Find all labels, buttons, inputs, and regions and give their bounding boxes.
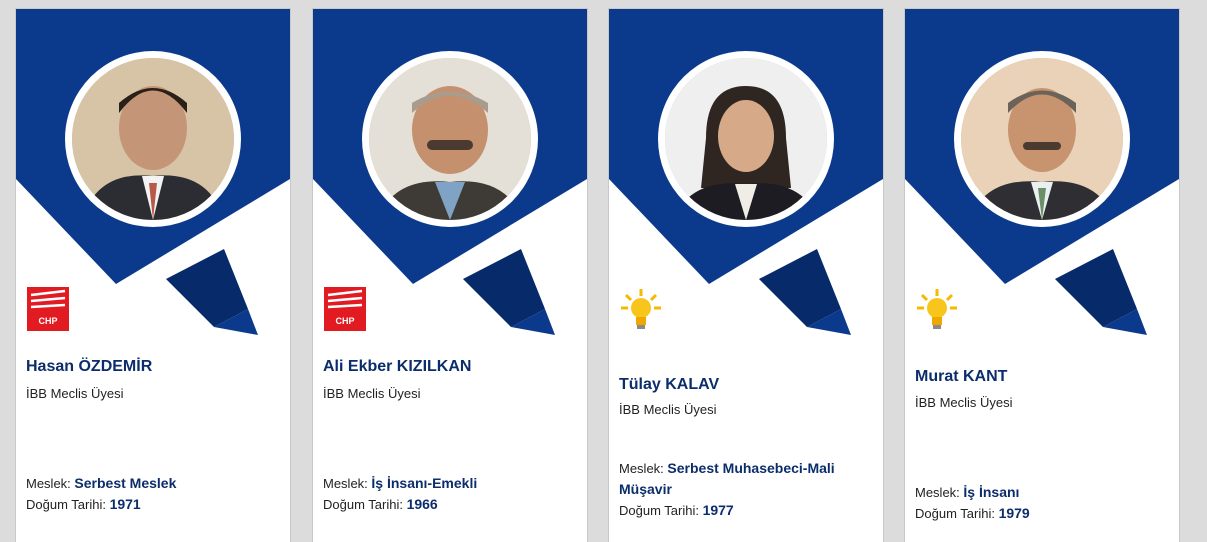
ak-parti-bulb-icon [621,289,661,329]
member-info: Meslek: İş İnsanı Doğum Tarihi: 1979 [915,482,1165,524]
member-title: İBB Meclis Üyesi [619,402,717,417]
member-photo [658,51,834,227]
birth-value: 1966 [406,496,438,512]
member-name: Hasan ÖZDEMİR [26,358,153,375]
profession-value: İş İnsanı-Emekli [371,475,478,491]
member-info: Meslek: Serbest Meslek Doğum Tarihi: 197… [26,473,276,515]
member-info: Meslek: İş İnsanı-Emekli Doğum Tarihi: 1… [323,473,573,515]
member-name: Ali Ekber KIZILKAN [323,358,472,375]
member-title: İBB Meclis Üyesi [915,395,1013,410]
member-photo [65,51,241,227]
profession-label: Meslek: [915,485,964,500]
birth-label: Doğum Tarihi: [323,497,407,512]
svg-text:CHP: CHP [335,316,354,326]
member-name: Tülay KALAV [619,376,720,393]
member-card[interactable]: CHP Ali Ekber KIZILKAN İBB Meclis Üyesi … [313,9,587,542]
birth-label: Doğum Tarihi: [619,503,703,518]
profession-label: Meslek: [619,461,668,476]
member-photo [362,51,538,227]
svg-text:CHP: CHP [38,316,57,326]
member-title: İBB Meclis Üyesi [323,386,421,401]
profession-value: Serbest Meslek [74,475,177,491]
birth-value: 1977 [702,502,734,518]
birth-label: Doğum Tarihi: [915,506,999,521]
profession-label: Meslek: [26,476,75,491]
birth-value: 1971 [109,496,141,512]
member-card[interactable]: Tülay KALAV İBB Meclis Üyesi Meslek: Ser… [609,9,883,542]
profession-label: Meslek: [323,476,372,491]
ak-parti-bulb-icon [917,289,957,329]
member-title: İBB Meclis Üyesi [26,386,124,401]
birth-value: 1979 [998,505,1030,521]
member-card[interactable]: CHP Hasan ÖZDEMİR İBB Meclis Üyesi Mesle… [16,9,290,542]
member-name: Murat KANT [915,368,1008,385]
chp-logo-icon: CHP [324,287,366,331]
member-card[interactable]: Murat KANT İBB Meclis Üyesi Meslek: İş İ… [905,9,1179,542]
birth-label: Doğum Tarihi: [26,497,110,512]
member-photo [954,51,1130,227]
profession-value: İş İnsanı [963,484,1020,500]
chp-logo-icon: CHP [27,287,69,331]
member-info: Meslek: Serbest Muhasebeci-Mali Müşavir … [619,458,859,521]
